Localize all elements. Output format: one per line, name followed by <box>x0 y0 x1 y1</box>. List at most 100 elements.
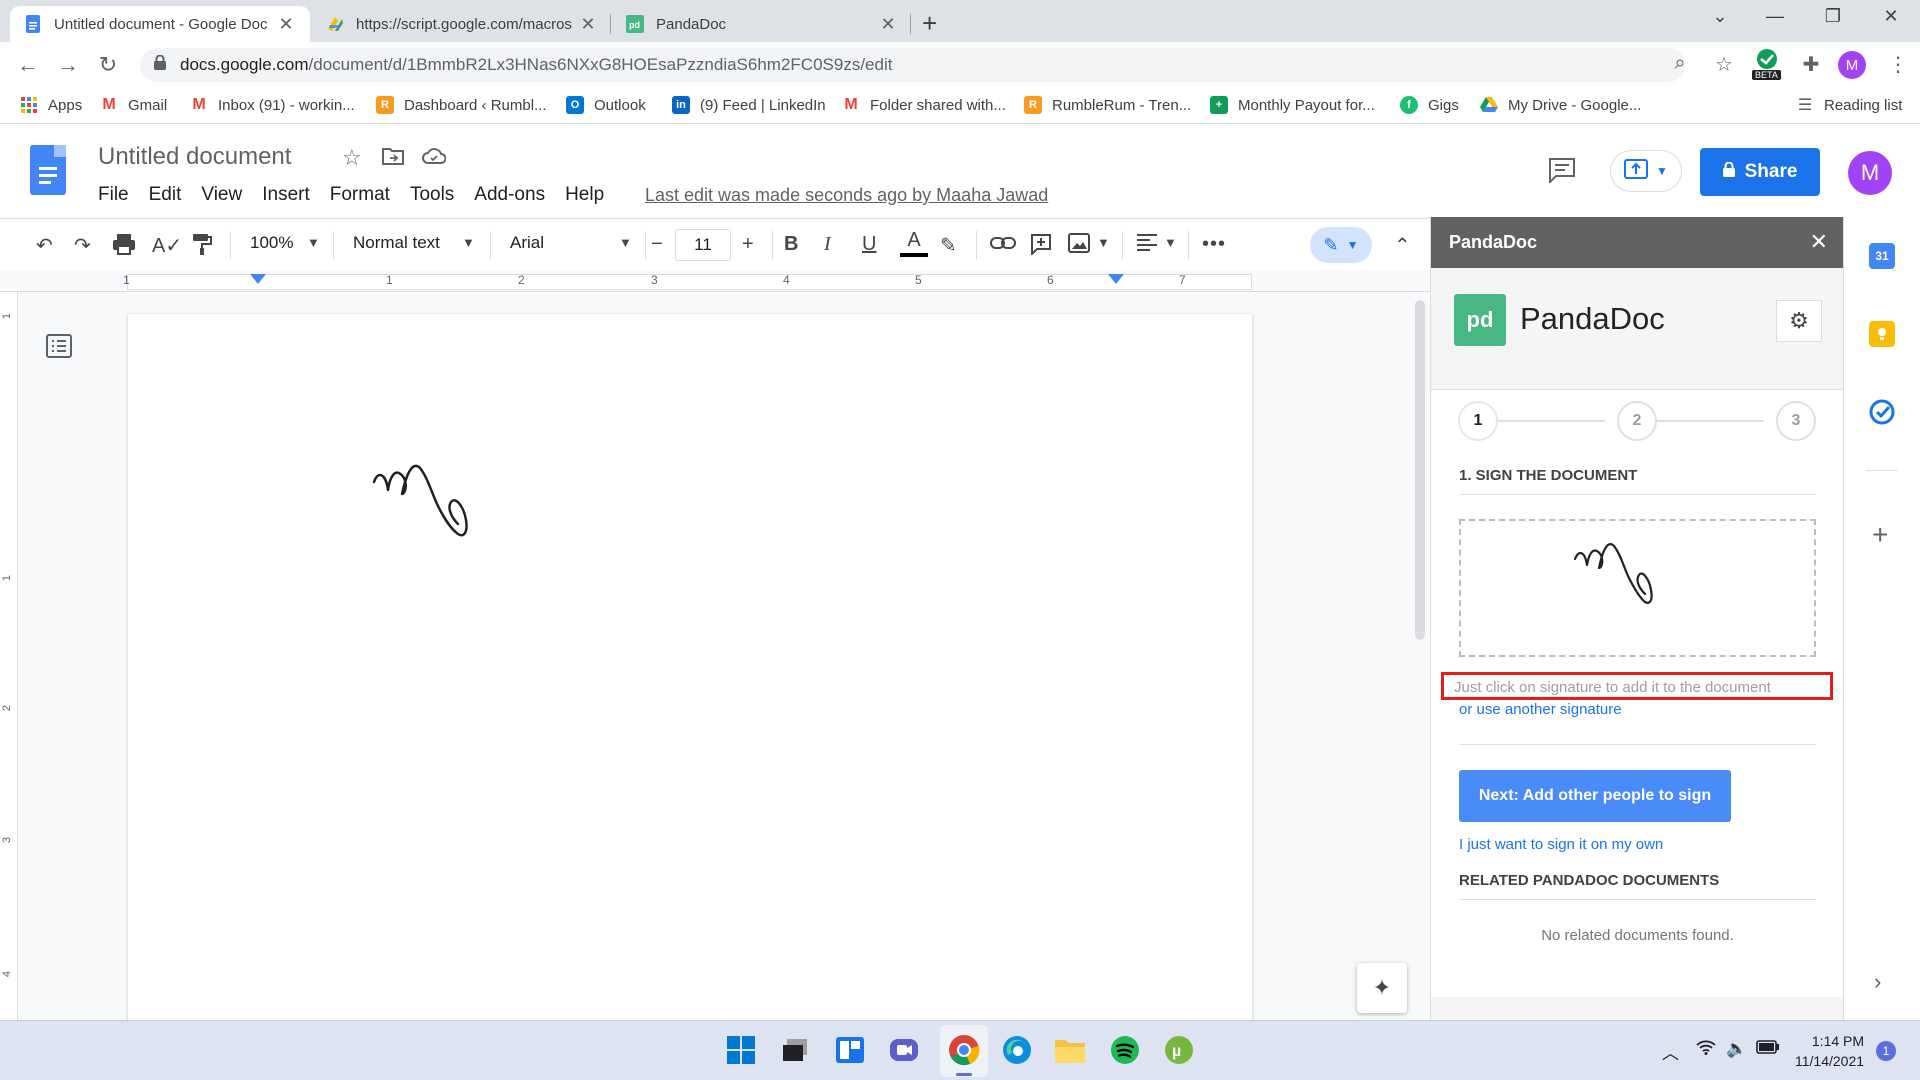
menu-file[interactable]: File <box>98 184 129 206</box>
last-edit-link[interactable]: Last edit was made seconds ago by Maaha … <box>645 185 1048 206</box>
zoom-select[interactable]: 100% <box>250 233 293 253</box>
left-indent-marker[interactable] <box>250 274 266 284</box>
align-left-icon[interactable] <box>1136 233 1158 257</box>
font-size-input[interactable]: 11 <box>675 229 731 261</box>
close-window-icon[interactable]: ✕ <box>1876 6 1906 27</box>
bold-button[interactable]: B <box>784 233 798 256</box>
maximize-icon[interactable]: ❐ <box>1818 6 1848 27</box>
bookmark-folder-shared[interactable]: M Folder shared with... <box>842 96 1006 114</box>
highlight-pen-icon[interactable]: ✎ <box>940 233 957 258</box>
zoom-magnifier-icon[interactable]: ⌕ <box>1666 52 1694 75</box>
forward-arrow-icon[interactable]: → <box>54 52 82 78</box>
menu-edit[interactable]: Edit <box>149 184 182 206</box>
utorrent-icon[interactable]: µ <box>1162 1033 1196 1067</box>
italic-button[interactable]: I <box>824 233 831 256</box>
reading-list[interactable]: ☰ Reading list <box>1796 96 1903 115</box>
use-another-signature-link[interactable]: or use another signature <box>1459 701 1622 718</box>
edge-icon[interactable] <box>1000 1033 1034 1067</box>
bookmark-rumble-dashboard[interactable]: R Dashboard ‹ Rumbl... <box>376 96 547 114</box>
share-button[interactable]: Share <box>1700 148 1820 196</box>
file-explorer-icon[interactable] <box>1053 1033 1087 1067</box>
calendar-icon[interactable]: 31 <box>1869 243 1895 269</box>
spotify-icon[interactable] <box>1108 1033 1142 1067</box>
bookmark-outlook[interactable]: O Outlook <box>566 96 646 114</box>
present-button[interactable]: ▼ <box>1610 150 1682 192</box>
underline-button[interactable]: U <box>862 233 876 256</box>
bookmark-my-drive[interactable]: My Drive - Google... <box>1480 96 1641 114</box>
chevron-down-icon[interactable]: ▼ <box>1164 235 1177 250</box>
bookmark-inbox[interactable]: M Inbox (91) - workin... <box>190 96 354 114</box>
close-tab-icon[interactable]: ✕ <box>878 14 898 35</box>
document-outline-icon[interactable] <box>46 334 72 365</box>
bookmark-monthly-payout[interactable]: + Monthly Payout for... <box>1210 96 1375 114</box>
tab-apps-script[interactable]: https://script.google.com/macros ✕ <box>312 6 612 42</box>
paint-format-icon[interactable] <box>192 233 212 261</box>
comment-history-icon[interactable] <box>1548 157 1576 190</box>
tab-pandadoc[interactable]: pd PandaDoc ✕ <box>612 6 912 42</box>
close-panel-icon[interactable]: ✕ <box>1810 229 1828 255</box>
menu-tools[interactable]: Tools <box>410 184 454 206</box>
teams-chat-icon[interactable] <box>887 1033 921 1067</box>
add-addon-plus-icon[interactable]: + <box>1872 519 1888 551</box>
right-indent-marker[interactable] <box>1108 274 1124 284</box>
chevron-down-icon[interactable]: ▼ <box>619 235 632 250</box>
add-comment-icon[interactable] <box>1030 233 1052 261</box>
bookmark-gigs[interactable]: f Gigs <box>1400 96 1459 114</box>
move-folder-icon[interactable] <box>382 145 404 171</box>
signature-box[interactable] <box>1459 519 1816 657</box>
task-view-icon[interactable] <box>778 1033 812 1067</box>
signature-image[interactable] <box>368 454 508 574</box>
browser-menu-icon[interactable]: ⋮ <box>1884 52 1912 77</box>
explore-sparkle-icon[interactable]: ✦ <box>1357 963 1407 1013</box>
font-family-select[interactable]: Arial <box>510 233 544 253</box>
editing-mode-button[interactable]: ✎ ▼ <box>1310 227 1372 263</box>
system-clock[interactable]: 1:14 PM 11/14/2021 <box>1795 1031 1864 1071</box>
widgets-icon[interactable] <box>833 1033 867 1067</box>
star-icon[interactable]: ☆ <box>342 145 362 171</box>
bookmark-gmail[interactable]: M Gmail <box>100 96 167 114</box>
battery-icon[interactable] <box>1756 1039 1780 1059</box>
volume-icon[interactable]: 🔈 <box>1726 1039 1747 1059</box>
undo-icon[interactable]: ↶ <box>36 233 53 258</box>
windows-start-icon[interactable] <box>724 1033 758 1067</box>
back-arrow-icon[interactable]: ← <box>14 52 42 78</box>
text-color-button[interactable]: A <box>900 229 928 257</box>
decrease-font-size-icon[interactable]: − <box>651 233 663 256</box>
add-other-signers-button[interactable]: Next: Add other people to sign <box>1459 770 1731 822</box>
account-avatar[interactable]: M <box>1848 151 1892 195</box>
show-hidden-icons-chevron-icon[interactable]: ︿ <box>1662 1039 1679 1064</box>
menu-format[interactable]: Format <box>330 184 390 206</box>
reload-icon[interactable]: ↻ <box>94 52 122 78</box>
extensions-puzzle-icon[interactable]: ✚ <box>1797 52 1825 77</box>
address-bar[interactable]: docs.google.com/document/d/1BmmbR2Lx3HNa… <box>140 48 1685 82</box>
tab-search-chevron-icon[interactable]: ⌄ <box>1705 6 1735 27</box>
gear-icon[interactable]: ⚙ <box>1776 300 1822 342</box>
insert-link-icon[interactable] <box>990 233 1016 256</box>
bookmark-apps[interactable]: Apps <box>20 96 82 114</box>
paragraph-style-select[interactable]: Normal text <box>353 233 440 253</box>
tab-google-doc[interactable]: Untitled document - Google Doc ✕ <box>10 6 310 42</box>
bookmark-rumblerum[interactable]: R RumbleRum - Tren... <box>1024 96 1191 114</box>
chevron-down-icon[interactable]: ▼ <box>1097 235 1110 250</box>
google-docs-logo-icon[interactable] <box>30 145 66 195</box>
close-tab-icon[interactable]: ✕ <box>578 14 598 35</box>
insert-image-icon[interactable] <box>1068 233 1090 259</box>
minimize-icon[interactable]: — <box>1760 6 1790 27</box>
keep-icon[interactable] <box>1869 321 1895 347</box>
menu-addons[interactable]: Add-ons <box>474 184 545 206</box>
chevron-right-icon[interactable]: › <box>1874 969 1881 995</box>
menu-insert[interactable]: Insert <box>262 184 310 206</box>
vertical-scrollbar[interactable] <box>1415 300 1425 640</box>
collapse-chevron-up-icon[interactable]: ⌃ <box>1394 233 1411 258</box>
menu-view[interactable]: View <box>201 184 242 206</box>
document-title[interactable]: Untitled document <box>98 143 291 171</box>
signature-image[interactable] <box>1571 535 1691 645</box>
tasks-icon[interactable] <box>1869 399 1895 425</box>
bookmark-star-icon[interactable]: ☆ <box>1710 52 1738 77</box>
chevron-down-icon[interactable]: ▼ <box>462 235 475 250</box>
document-page[interactable] <box>128 314 1252 1034</box>
wifi-icon[interactable] <box>1696 1039 1716 1060</box>
beta-extension-icon[interactable]: BETA <box>1752 48 1786 82</box>
chevron-down-icon[interactable]: ▼ <box>307 235 320 250</box>
cloud-saved-icon[interactable] <box>422 145 447 171</box>
